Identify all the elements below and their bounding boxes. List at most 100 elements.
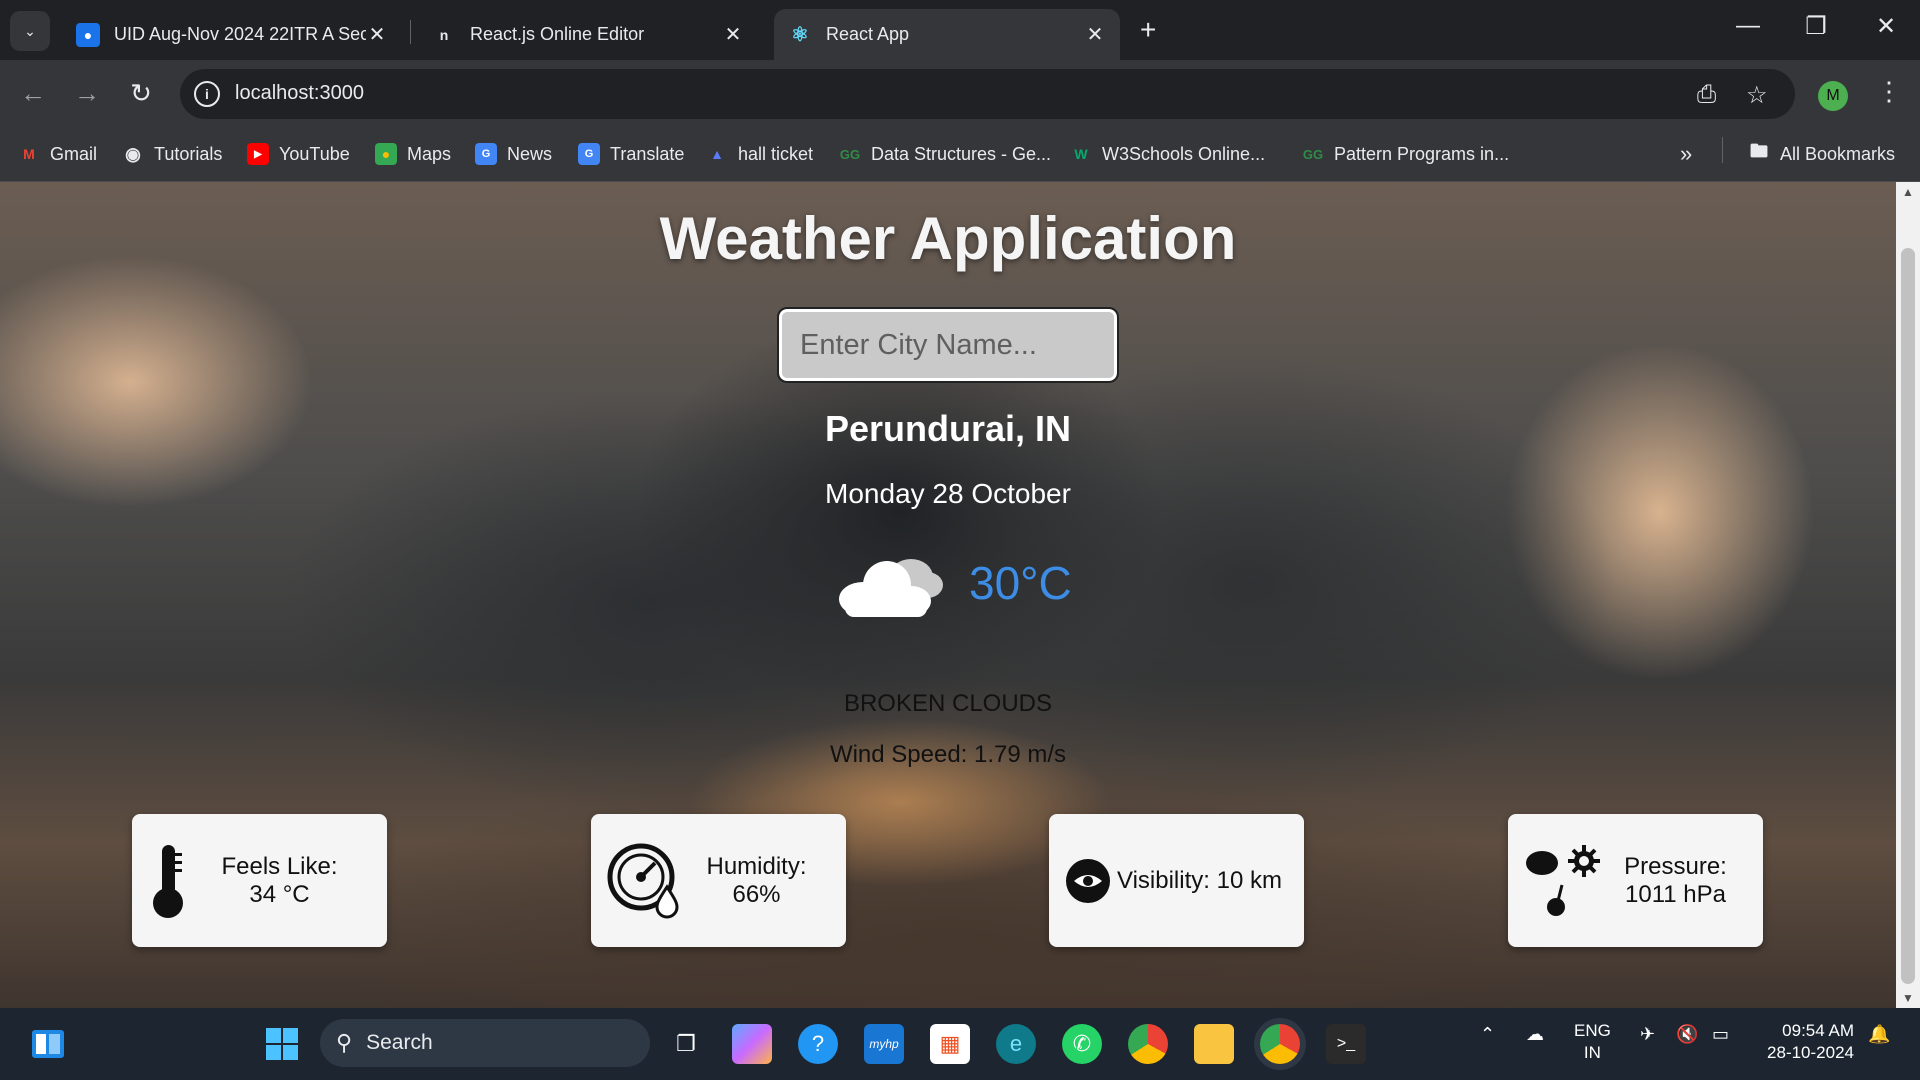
close-icon: ✕	[1875, 13, 1897, 40]
taskbar-search-label: Search	[366, 1031, 433, 1054]
globe-icon: ◉	[125, 143, 141, 164]
forward-button[interactable]: →	[70, 78, 104, 109]
bookmark-label: W3Schools Online...	[1102, 143, 1266, 164]
scroll-up-icon[interactable]: ▲	[1896, 182, 1920, 202]
chevron-double-right-icon: »	[1680, 141, 1693, 166]
more-bookmarks-button[interactable]: »	[1680, 140, 1692, 168]
folder-icon: 🖿	[1750, 141, 1768, 161]
back-button[interactable]: ←	[16, 78, 50, 109]
windows-taskbar: ⚲ Search ❐ ? myhp ▦ e ✆ >_ ⌃ ☁ ENG IN ✈ …	[0, 1008, 1920, 1080]
profile-avatar[interactable]: M	[1818, 81, 1848, 111]
youtube-icon: ▶	[247, 143, 269, 165]
copilot-icon[interactable]	[732, 1024, 772, 1064]
edge-icon[interactable]: e	[996, 1024, 1036, 1064]
bookmark-label: Translate	[610, 143, 685, 164]
feels-like-label: Feels Like:	[221, 852, 338, 880]
restore-icon: ❐	[1805, 13, 1827, 40]
input-language[interactable]: ENG IN	[1574, 1020, 1611, 1064]
pressure-label: Pressure:	[1624, 852, 1727, 880]
w3schools-icon: W	[1074, 146, 1088, 162]
tab-uid-course[interactable]: ● UID Aug-Nov 2024 22ITR A Sec ✕	[62, 9, 402, 60]
taskbar-search[interactable]: ⚲ Search	[320, 1019, 650, 1067]
scroll-thumb[interactable]	[1901, 248, 1915, 984]
weather-description: BROKEN CLOUDS	[843, 690, 1053, 717]
close-icon[interactable]: ✕	[366, 22, 388, 47]
reload-icon: ↻	[130, 78, 152, 108]
city-search-input[interactable]	[777, 307, 1119, 383]
system-clock[interactable]: 09:54 AM 28-10-2024	[1752, 1020, 1854, 1064]
onedrive-icon[interactable]: ☁	[1526, 1024, 1544, 1045]
wind-speed: Wind Speed: 1.79 m/s	[829, 741, 1067, 768]
reload-button[interactable]: ↻	[124, 78, 158, 109]
task-view-icon[interactable]: ❐	[666, 1024, 706, 1064]
bookmark-hall-ticket[interactable]: ▲ hall ticket	[706, 140, 813, 168]
install-app-icon[interactable]: ⎙	[1697, 81, 1716, 109]
bookmark-maps[interactable]: ● Maps	[375, 140, 451, 168]
tab-separator	[410, 20, 411, 44]
bookmark-translate[interactable]: G Translate	[578, 140, 684, 168]
pressure-value: 1011 hPa	[1625, 880, 1726, 908]
widgets-icon[interactable]	[28, 1024, 68, 1064]
tab-title: React.js Online Editor	[470, 24, 645, 44]
bookmark-w3schools[interactable]: W W3Schools Online...	[1070, 140, 1265, 168]
battery-icon[interactable]: ▭	[1712, 1024, 1729, 1045]
chrome-active-icon[interactable]	[1260, 1024, 1300, 1064]
bookmark-label: Tutorials	[154, 143, 223, 164]
gfg-icon: GG	[839, 146, 861, 162]
pressure-text: Pressure: 1011 hPa	[1604, 853, 1747, 909]
arrow-right-icon: →	[74, 78, 100, 108]
eye-icon	[1066, 858, 1110, 903]
notifications-bell-icon[interactable]: 🔔	[1868, 1024, 1890, 1045]
tab-react-editor[interactable]: n React.js Online Editor ✕	[418, 9, 758, 60]
bookmark-youtube[interactable]: ▶ YouTube	[247, 140, 350, 168]
bookmark-label: Data Structures - Ge...	[871, 143, 1052, 164]
menu-kebab-icon[interactable]: ⋮	[1876, 76, 1902, 107]
airplane-mode-icon[interactable]: ✈	[1640, 1024, 1655, 1045]
terminal-icon[interactable]: >_	[1326, 1024, 1366, 1064]
close-window-button[interactable]: ✕	[1866, 12, 1906, 41]
site-info-icon[interactable]: i	[194, 81, 220, 107]
bookmarks-bar: M Gmail ◉ Tutorials ▶ YouTube ● Maps G N…	[0, 128, 1920, 182]
current-date: Monday 28 October	[825, 478, 1071, 509]
tab-search-button[interactable]: ⌄	[10, 11, 50, 51]
new-tab-button[interactable]: +	[1140, 14, 1156, 46]
close-icon[interactable]: ✕	[722, 22, 744, 47]
bookmark-pattern-programs[interactable]: GG Pattern Programs in...	[1302, 140, 1509, 168]
whatsapp-icon[interactable]: ✆	[1062, 1024, 1102, 1064]
bookmark-tutorials[interactable]: ◉ Tutorials	[122, 140, 222, 168]
url-text[interactable]: localhost:3000	[235, 82, 364, 105]
scroll-down-icon[interactable]: ▼	[1896, 988, 1920, 1008]
tray-chevron-icon[interactable]: ⌃	[1480, 1024, 1495, 1045]
react-icon: ⚛	[791, 24, 809, 46]
minimize-button[interactable]: —	[1728, 12, 1768, 40]
bookmark-news[interactable]: G News	[475, 140, 552, 168]
bookmarks-divider	[1722, 137, 1723, 163]
weather-pressure-icon	[1526, 844, 1600, 916]
clock-time: 09:54 AM	[1782, 1021, 1854, 1040]
gmail-icon: M	[23, 146, 35, 162]
file-explorer-icon[interactable]	[1194, 1024, 1234, 1064]
bookmark-star-icon[interactable]: ☆	[1746, 81, 1768, 110]
chevron-down-icon: ⌄	[24, 22, 36, 39]
humidity-value: 66%	[732, 880, 781, 908]
myhp-icon[interactable]: myhp	[864, 1024, 904, 1064]
tab-react-app[interactable]: ⚛ React App ✕	[774, 9, 1120, 60]
address-bar[interactable]: i localhost:3000 ⎙ ☆	[180, 69, 1795, 119]
app-title: Weather Application	[659, 205, 1237, 272]
pressure-card: Pressure: 1011 hPa	[1508, 814, 1763, 947]
bookmark-data-structures[interactable]: GG Data Structures - Ge...	[839, 140, 1051, 168]
broken-clouds-icon	[839, 559, 943, 617]
bookmark-label: All Bookmarks	[1780, 143, 1896, 164]
page-scrollbar[interactable]: ▲ ▼	[1896, 182, 1920, 1008]
microsoft-store-icon[interactable]: ▦	[930, 1024, 970, 1064]
chrome-icon[interactable]	[1128, 1024, 1168, 1064]
city-name: Perundurai, IN	[824, 408, 1072, 449]
close-icon[interactable]: ✕	[1084, 22, 1106, 47]
help-icon[interactable]: ?	[798, 1024, 838, 1064]
restore-button[interactable]: ❐	[1796, 12, 1836, 41]
windows-start-icon[interactable]	[262, 1024, 302, 1064]
gfg-icon: GG	[1302, 146, 1324, 162]
all-bookmarks-button[interactable]: 🖿 All Bookmarks	[1748, 140, 1895, 168]
volume-muted-icon[interactable]: 🔇	[1676, 1024, 1698, 1045]
bookmark-gmail[interactable]: M Gmail	[18, 140, 97, 168]
